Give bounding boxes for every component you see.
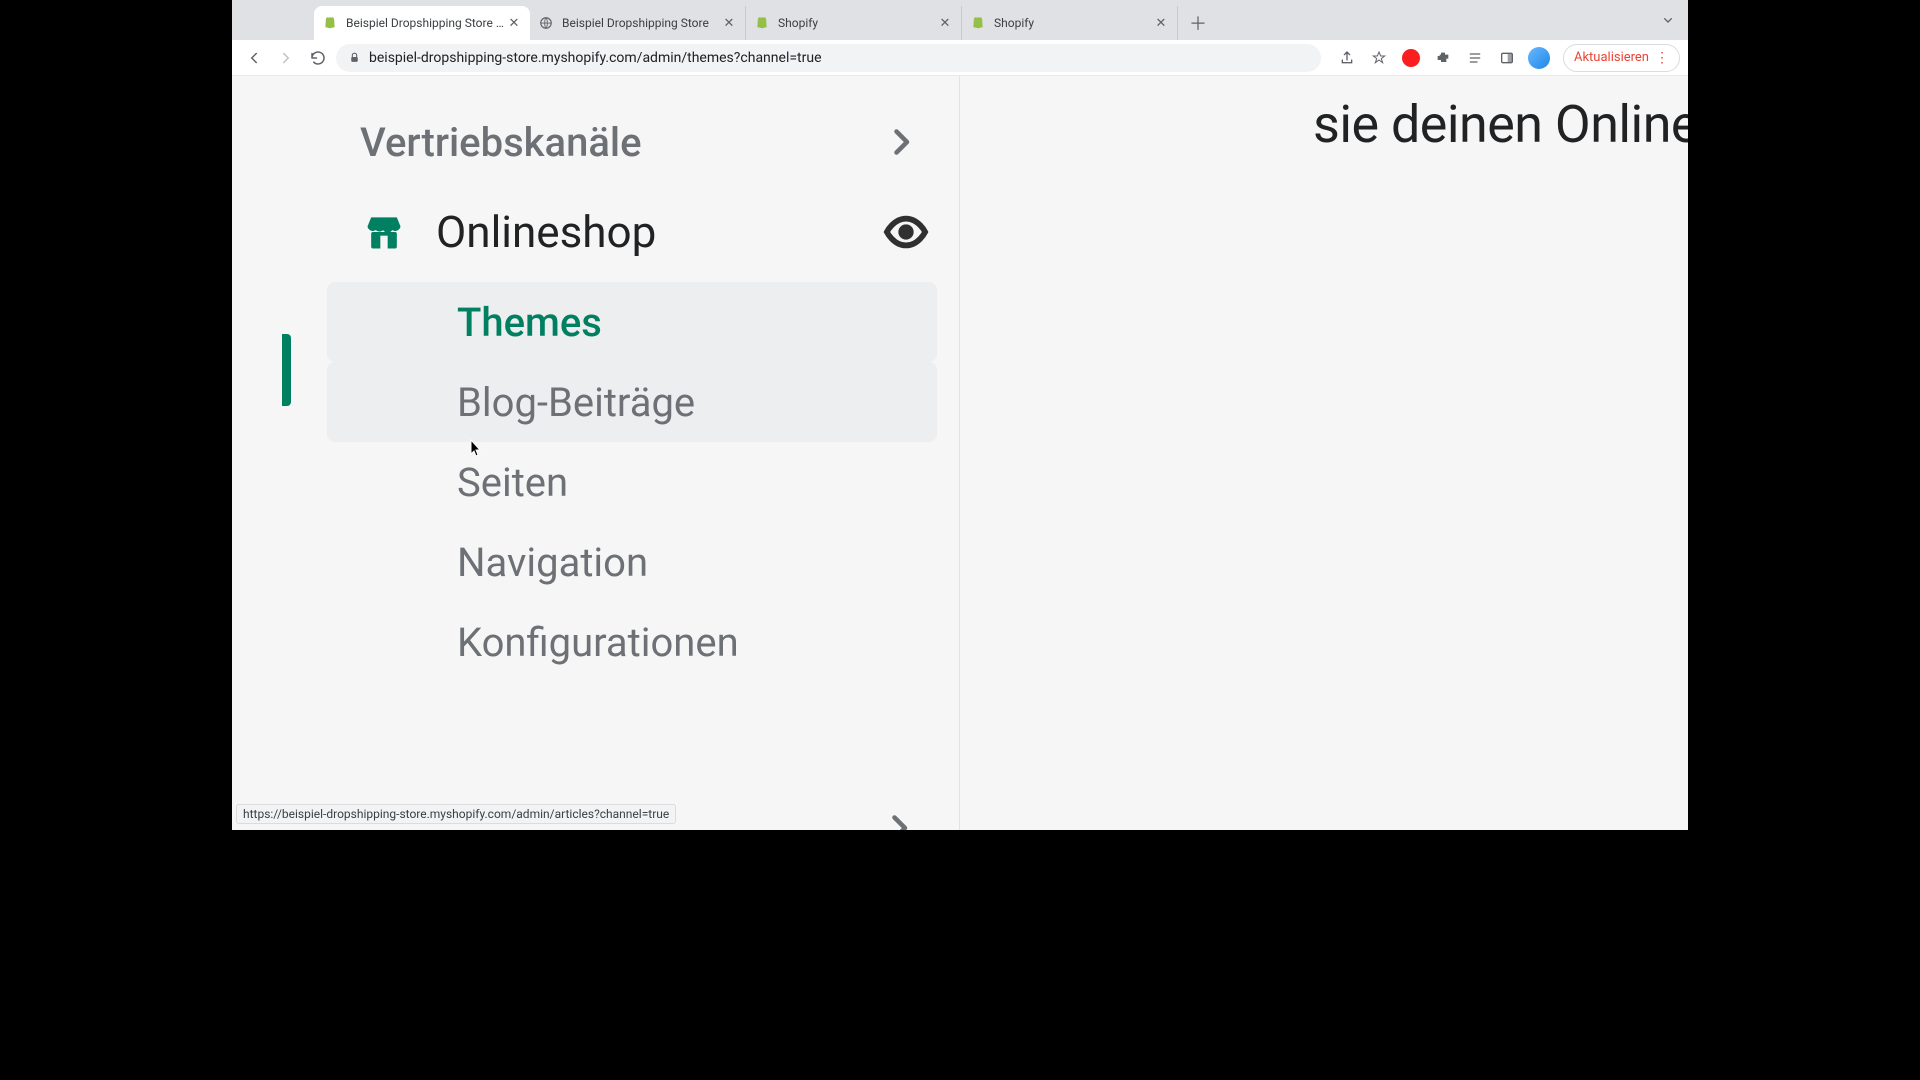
- main-panel: sie deinen Online: [960, 76, 1688, 830]
- gutter: [232, 76, 305, 830]
- browser-window: Beispiel Dropshipping Store · T ✕ Beispi…: [232, 0, 1688, 830]
- close-tab-icon[interactable]: ✕: [1153, 15, 1169, 31]
- sidebar-item-label: Konfigurationen: [457, 619, 739, 666]
- reload-icon[interactable]: [304, 44, 332, 72]
- close-tab-icon[interactable]: ✕: [506, 15, 522, 31]
- main-heading-fragment: sie deinen Online: [1313, 94, 1688, 155]
- shopify-favicon-icon: [754, 15, 770, 31]
- browser-addressbar: beispiel-dropshipping-store.myshopify.co…: [232, 40, 1688, 76]
- extensions-icon[interactable]: [1429, 44, 1457, 72]
- store-icon: [360, 208, 408, 256]
- preview-eye-icon[interactable]: [883, 209, 929, 255]
- kebab-icon: ⋮: [1655, 51, 1669, 65]
- tabs-dropdown-icon[interactable]: [1660, 12, 1676, 28]
- admin-sidebar: Vertriebskanäle Onlineshop: [305, 76, 960, 830]
- sidebar-submenu: Themes Blog-Beiträge Seiten Navigation K…: [305, 278, 959, 682]
- sales-channels-header[interactable]: Vertriebskanäle: [305, 98, 959, 186]
- section-label: Vertriebskanäle: [360, 119, 883, 166]
- sidebar-channel-onlineshop[interactable]: Onlineshop: [305, 186, 959, 278]
- sidebar-item-label: Blog-Beiträge: [457, 379, 695, 426]
- nav-back-icon[interactable]: [240, 44, 268, 72]
- browser-tab-1[interactable]: Beispiel Dropshipping Store ✕: [530, 6, 746, 40]
- sidebar-item-label: Navigation: [457, 539, 648, 586]
- new-tab-button[interactable]: ＋: [1184, 9, 1212, 37]
- shopify-favicon-icon: [970, 15, 986, 31]
- bookmark-icon[interactable]: [1365, 44, 1393, 72]
- sidebar-item-preferences[interactable]: Konfigurationen: [327, 602, 937, 682]
- tab-title: Shopify: [778, 16, 937, 30]
- sidebar-item-pages[interactable]: Seiten: [327, 442, 937, 522]
- nav-forward-icon[interactable]: [272, 44, 300, 72]
- browser-toolbar: Aktualisieren ⋮: [1325, 44, 1680, 72]
- profile-avatar[interactable]: [1525, 44, 1553, 72]
- shopify-favicon-icon: [322, 15, 338, 31]
- browser-tabstrip: Beispiel Dropshipping Store · T ✕ Beispi…: [232, 0, 1688, 40]
- tab-title: Beispiel Dropshipping Store: [562, 16, 721, 30]
- chevron-right-icon: [881, 810, 917, 830]
- url-input[interactable]: beispiel-dropshipping-store.myshopify.co…: [336, 44, 1321, 72]
- update-browser-button[interactable]: Aktualisieren ⋮: [1563, 44, 1680, 72]
- browser-tab-0[interactable]: Beispiel Dropshipping Store · T ✕: [314, 6, 530, 40]
- tab-title: Beispiel Dropshipping Store · T: [346, 16, 506, 30]
- sidepanel-icon[interactable]: [1493, 44, 1521, 72]
- update-label: Aktualisieren: [1574, 50, 1649, 65]
- reading-list-icon[interactable]: [1461, 44, 1489, 72]
- globe-favicon-icon: [538, 15, 554, 31]
- close-tab-icon[interactable]: ✕: [721, 15, 737, 31]
- browser-tab-3[interactable]: Shopify ✕: [962, 6, 1178, 40]
- sidebar-item-label: Seiten: [457, 459, 568, 506]
- sidebar-item-themes[interactable]: Themes: [327, 282, 937, 362]
- close-tab-icon[interactable]: ✕: [937, 15, 953, 31]
- tab-title: Shopify: [994, 16, 1153, 30]
- chevron-right-icon: [883, 124, 919, 160]
- share-icon[interactable]: [1333, 44, 1361, 72]
- extension-opera-icon[interactable]: [1397, 44, 1425, 72]
- url-text: beispiel-dropshipping-store.myshopify.co…: [369, 50, 1309, 66]
- sidebar-item-blog[interactable]: Blog-Beiträge: [327, 362, 937, 442]
- active-indicator: [282, 334, 291, 406]
- sidebar-item-navigation[interactable]: Navigation: [327, 522, 937, 602]
- channel-label: Onlineshop: [436, 206, 883, 258]
- browser-tab-2[interactable]: Shopify ✕: [746, 6, 962, 40]
- page-content: Vertriebskanäle Onlineshop: [232, 76, 1688, 830]
- status-bar: https://beispiel-dropshipping-store.mysh…: [236, 804, 676, 824]
- sidebar-item-label: Themes: [457, 299, 602, 346]
- lock-icon: [348, 51, 361, 64]
